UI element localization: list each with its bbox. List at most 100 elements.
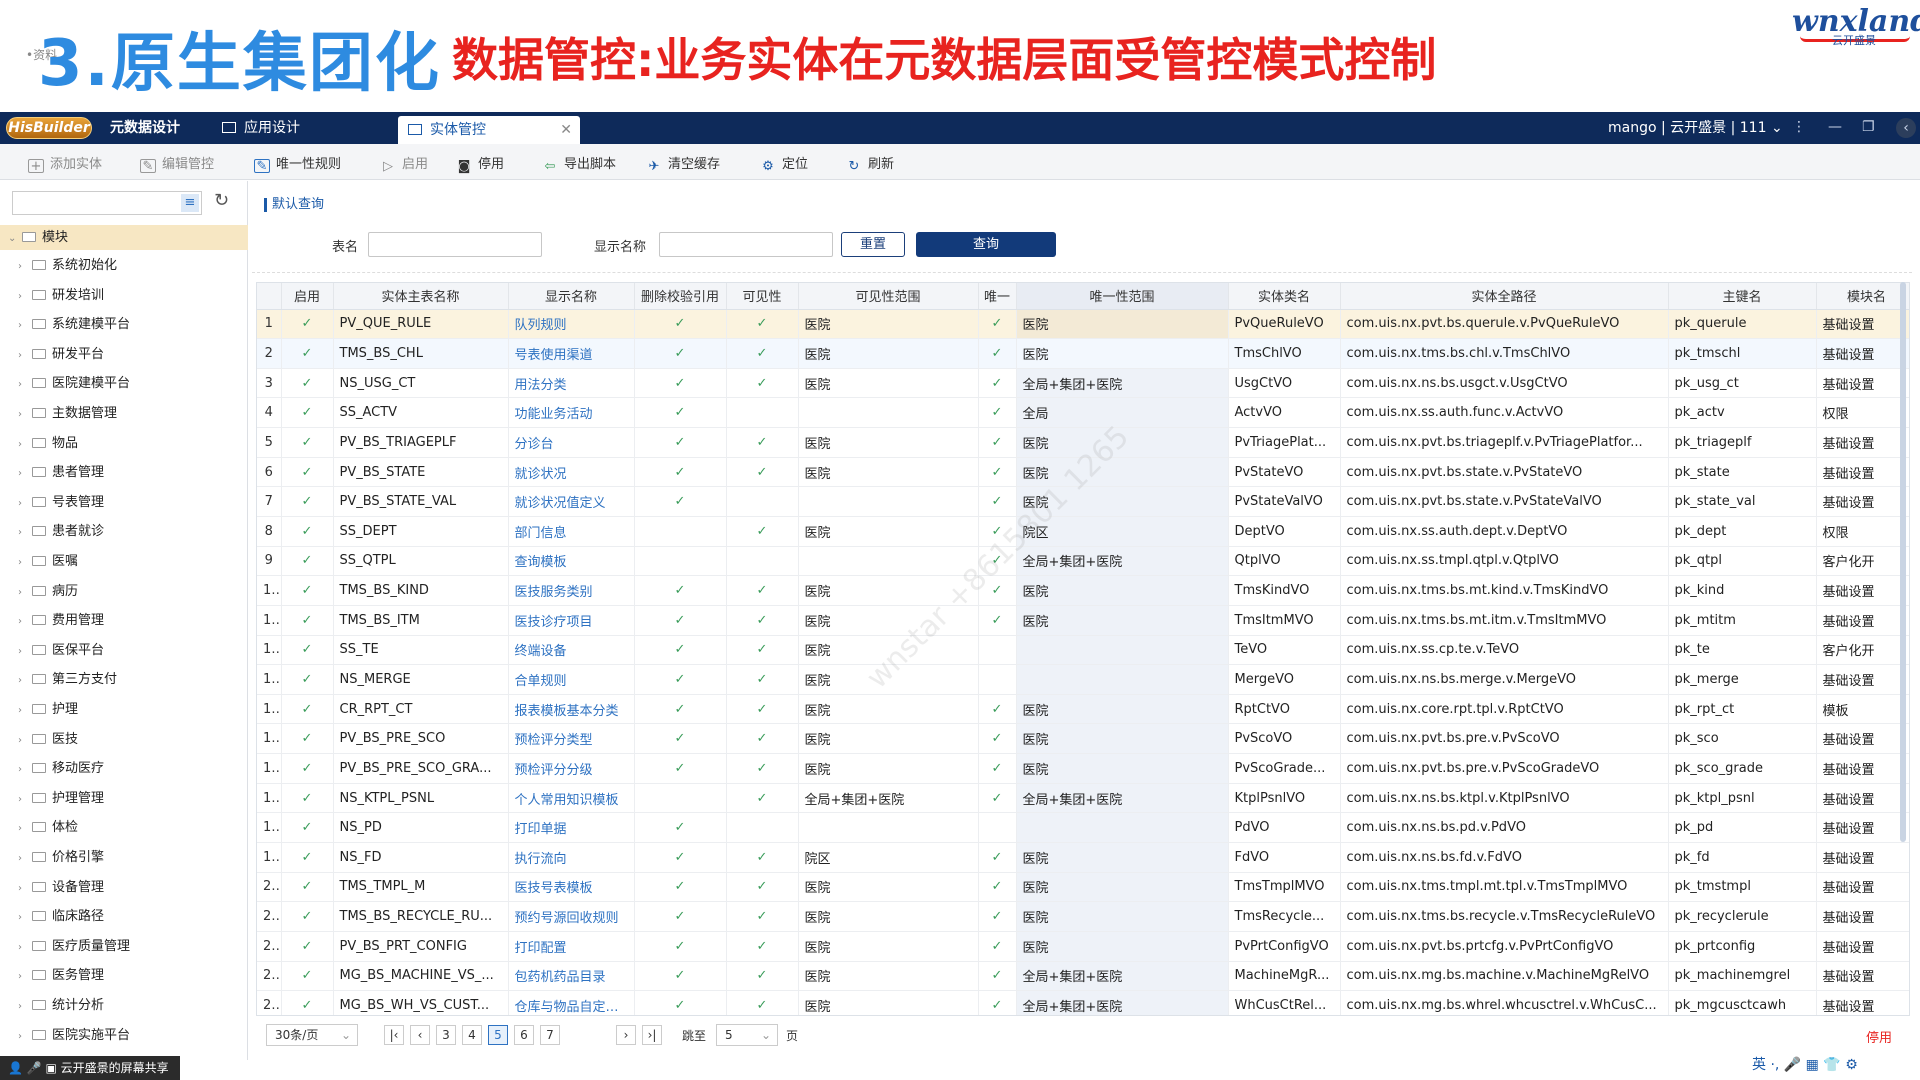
tree-item[interactable]: › 研发培训: [0, 281, 248, 311]
table-row[interactable]: 21 ✓ TMS_BS_RECYCLE_RU... 预约号源回收规则 ✓ ✓ 医院 ✓ 医院 Tm…: [257, 901, 1909, 932]
table-cell[interactable]: 就诊状况值定义: [508, 486, 635, 517]
next-page-icon[interactable]: ›: [616, 1025, 636, 1045]
collapse-icon[interactable]: ‹: [1896, 118, 1916, 138]
table-row[interactable]: 15 ✓ PV_BS_PRE_SCO 预检评分类型 ✓ ✓ 医院 ✓ 医院 PvScoVO com.…: [257, 723, 1909, 755]
column-header[interactable]: 显示名称: [508, 283, 635, 310]
tab-app-design[interactable]: 应用设计: [222, 112, 300, 144]
table-row[interactable]: 14 ✓ CR_RPT_CT 报表模板基本分类 ✓ ✓ 医院 ✓ 医院 RptCtVO com.ui…: [257, 694, 1909, 725]
column-header[interactable]: 主键名: [1668, 283, 1817, 310]
chevron-right-icon[interactable]: ›: [18, 666, 28, 696]
chevron-right-icon[interactable]: ›: [18, 370, 28, 400]
first-page-icon[interactable]: |‹: [384, 1025, 404, 1045]
table-cell[interactable]: 执行流向: [508, 842, 635, 873]
tree-refresh-icon[interactable]: ↻: [214, 190, 229, 211]
chevron-right-icon[interactable]: ›: [18, 518, 28, 548]
tree-item[interactable]: › 临床路径: [0, 902, 248, 932]
tree-item[interactable]: › 患者就诊: [0, 517, 248, 547]
table-cell[interactable]: 打印单据: [508, 812, 635, 844]
tree-search-input[interactable]: [12, 191, 202, 215]
table-row[interactable]: 7 ✓ PV_BS_STATE_VAL 就诊状况值定义 ✓ ✓ 医院 PvStateValVO…: [257, 486, 1909, 517]
chevron-right-icon[interactable]: ›: [18, 933, 28, 963]
table-row[interactable]: 12 ✓ SS_TE 终端设备 ✓ ✓ 医院 TeVO com.uis.nx.ss.cp.te.…: [257, 635, 1909, 666]
page-number-button[interactable]: 7: [540, 1025, 560, 1045]
chevron-right-icon[interactable]: ›: [18, 578, 28, 608]
table-cell[interactable]: 打印配置: [508, 931, 635, 962]
chevron-right-icon[interactable]: ›: [18, 489, 28, 519]
refresh-button[interactable]: ↻ 刷新: [846, 153, 894, 174]
prev-page-icon[interactable]: ‹: [410, 1025, 430, 1045]
export-script-button[interactable]: ⇦ 导出脚本: [542, 153, 616, 174]
column-header[interactable]: 启用: [281, 283, 334, 310]
column-header[interactable]: 唯一: [978, 283, 1017, 310]
table-cell[interactable]: 个人常用知识模板: [508, 783, 635, 814]
tree-item[interactable]: › 费用管理: [0, 606, 248, 636]
table-row[interactable]: 3 ✓ NS_USG_CT 用法分类 ✓ ✓ 医院 ✓ 全局+集团+医院 UsgCtVO com.u…: [257, 368, 1909, 399]
tree-item[interactable]: › 统计分析: [0, 991, 248, 1021]
tree-item[interactable]: › 号表管理: [0, 488, 248, 518]
table-cell[interactable]: 合单规则: [508, 664, 635, 695]
display-name-input[interactable]: [659, 232, 833, 257]
table-row[interactable]: 23 ✓ MG_BS_MACHINE_VS_... 包药机药品目录 ✓ ✓ 医院 ✓ 全局+集团…: [257, 961, 1909, 992]
tab-entity-control[interactable]: 实体管控 ✕: [398, 116, 580, 144]
page-size-select[interactable]: 30条/页 ⌄: [266, 1024, 358, 1046]
chevron-right-icon[interactable]: ›: [18, 755, 28, 785]
table-cell[interactable]: 查询模板: [508, 546, 635, 577]
table-cell[interactable]: 队列规则: [508, 309, 635, 340]
chevron-right-icon[interactable]: ›: [18, 1022, 28, 1052]
tree-item[interactable]: › 医保平台: [0, 636, 248, 666]
tree-item[interactable]: › 第三方支付: [0, 665, 248, 695]
table-row[interactable]: 4 ✓ SS_ACTV 功能业务活动 ✓ ✓ 全局 ActvVO com.uis.nx.ss.a…: [257, 397, 1909, 429]
tree-item[interactable]: › 系统建模平台: [0, 310, 248, 340]
unique-rule-button[interactable]: ✎ 唯一性规则: [254, 153, 341, 174]
chevron-right-icon[interactable]: ›: [18, 252, 28, 282]
column-header[interactable]: 模块名: [1816, 283, 1909, 310]
table-cell[interactable]: 功能业务活动: [508, 397, 635, 429]
table-cell[interactable]: 号表使用渠道: [508, 338, 635, 369]
system-tray[interactable]: 英 ·, 🎤 ▦ 👕 ⚙: [1752, 1054, 1858, 1074]
disable-button[interactable]: ◙ 停用: [456, 153, 504, 174]
chevron-right-icon[interactable]: ›: [18, 903, 28, 933]
table-row[interactable]: 1 ✓ PV_QUE_RULE 队列规则 ✓ ✓ 医院 ✓ 医院 PvQueRuleVO com.u…: [257, 309, 1909, 340]
tree-item[interactable]: › 体检: [0, 813, 248, 843]
column-header[interactable]: 可见性: [726, 283, 799, 310]
tree-item[interactable]: › 医院建模平台: [0, 369, 248, 399]
brand-logo[interactable]: HisBuilder: [6, 117, 92, 139]
chevron-right-icon[interactable]: ›: [18, 785, 28, 815]
table-cell[interactable]: 仓库与物品自定义...: [508, 990, 635, 1015]
table-cell[interactable]: 预约号源回收规则: [508, 901, 635, 932]
table-cell[interactable]: 就诊状况: [508, 457, 635, 488]
add-entity-button[interactable]: + 添加实体: [28, 153, 102, 174]
table-cell[interactable]: 终端设备: [508, 635, 635, 666]
table-cell[interactable]: 部门信息: [508, 516, 635, 547]
chevron-right-icon[interactable]: ›: [18, 459, 28, 489]
close-tab-icon[interactable]: ✕: [560, 116, 572, 144]
table-cell[interactable]: 包药机药品目录: [508, 961, 635, 992]
column-header[interactable]: 实体主表名称: [333, 283, 509, 310]
tree-item[interactable]: › 护理管理: [0, 784, 248, 814]
chevron-right-icon[interactable]: ›: [18, 962, 28, 992]
table-row[interactable]: 22 ✓ PV_BS_PRT_CONFIG 打印配置 ✓ ✓ 医院 ✓ 医院 PvPrtConfi…: [257, 931, 1909, 962]
tree-item[interactable]: › 主数据管理: [0, 399, 248, 429]
tree-item[interactable]: › 患者管理: [0, 458, 248, 488]
chevron-right-icon[interactable]: ›: [18, 341, 28, 371]
column-header[interactable]: 唯一性范围: [1016, 283, 1229, 310]
reset-button[interactable]: 重置: [841, 232, 905, 257]
table-row[interactable]: 9 ✓ SS_QTPL 查询模板 ✓ 全局+集团+医院 QtplVO com.uis.nx.s…: [257, 546, 1909, 577]
page-number-button[interactable]: 3: [436, 1025, 456, 1045]
table-name-input[interactable]: [368, 232, 542, 257]
column-header[interactable]: 可见性范围: [798, 283, 979, 310]
tab-metadata-design[interactable]: 元数据设计: [110, 112, 180, 144]
tree-item[interactable]: › 研发平台: [0, 340, 248, 370]
tree-item[interactable]: › 医院实施平台: [0, 1021, 248, 1051]
tree-item[interactable]: › 系统初始化: [0, 251, 248, 281]
chevron-right-icon[interactable]: ›: [18, 400, 28, 430]
tree-item[interactable]: › 护理: [0, 695, 248, 725]
more-icon[interactable]: ⋮: [1792, 112, 1806, 142]
table-scrollbar[interactable]: [1900, 282, 1906, 842]
locate-button[interactable]: ⚙ 定位: [760, 153, 808, 174]
search-button[interactable]: 查询: [916, 232, 1056, 257]
column-header[interactable]: [257, 283, 282, 310]
page-number-button[interactable]: 5: [488, 1025, 508, 1045]
table-cell[interactable]: 分诊台: [508, 427, 635, 458]
chevron-right-icon[interactable]: ›: [18, 874, 28, 904]
